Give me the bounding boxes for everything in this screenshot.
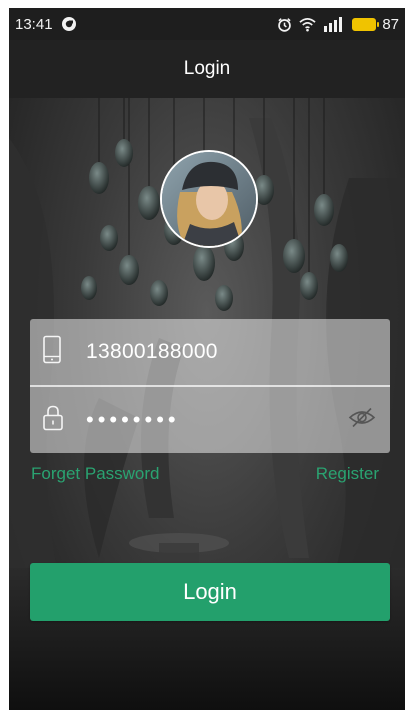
phone-field[interactable]: 13800188000 [30, 319, 390, 385]
login-form: 13800188000 •••••••• [30, 319, 390, 453]
battery-indicator: 87 [352, 16, 399, 33]
title-bar: Login [9, 40, 405, 98]
screen: 13:41 87 Login 13800188000 •••••••• Forg… [0, 0, 406, 711]
alarm-icon [277, 17, 292, 32]
password-field[interactable]: •••••••• [30, 387, 390, 453]
mobile-phone-icon [42, 335, 62, 369]
status-bar: 13:41 87 [9, 8, 405, 40]
avatar-portrait [162, 152, 256, 246]
register-link[interactable]: Register [316, 464, 379, 484]
app-notification-icon [61, 16, 77, 32]
login-button-label: Login [183, 579, 237, 604]
status-time: 13:41 [15, 15, 53, 33]
forget-password-link[interactable]: Forget Password [31, 464, 160, 484]
signal-icon [323, 16, 345, 32]
lock-icon [42, 405, 64, 436]
login-screen: 13:41 87 Login 13800188000 •••••••• Forg… [9, 8, 405, 710]
page-title: Login [183, 58, 231, 79]
eye-hidden-icon[interactable] [348, 407, 376, 434]
battery-icon [352, 17, 380, 31]
wifi-icon [299, 17, 316, 32]
phone-input[interactable]: 13800188000 [86, 340, 218, 364]
login-button[interactable]: Login [30, 563, 390, 621]
user-avatar[interactable] [160, 150, 258, 248]
battery-level: 87 [382, 15, 399, 33]
password-input[interactable]: •••••••• [86, 407, 180, 433]
